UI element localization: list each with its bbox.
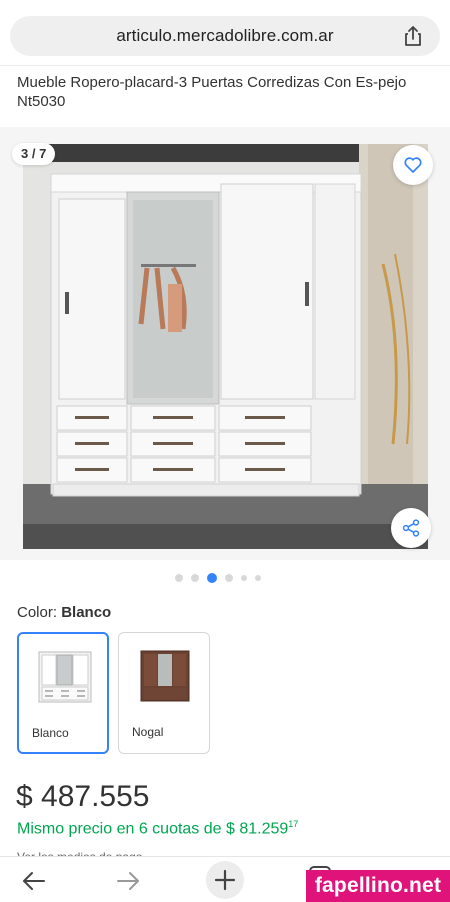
url-field[interactable]: articulo.mercadolibre.com.ar [10, 16, 440, 56]
url-text: articulo.mercadolibre.com.ar [116, 26, 334, 45]
arrow-right-icon[interactable] [114, 867, 142, 895]
gallery-dot-active[interactable] [207, 573, 217, 583]
wardrobe-walnut-thumbnail [140, 650, 190, 702]
image-counter: 3 / 7 [12, 143, 56, 165]
favorite-button[interactable] [393, 145, 433, 185]
arrow-left-icon[interactable] [20, 867, 48, 895]
color-option-label: Blanco [32, 726, 69, 740]
share-button[interactable] [391, 508, 431, 548]
product-photo[interactable] [23, 144, 428, 549]
gallery-dot[interactable] [191, 574, 199, 582]
product-title: Mueble Ropero-placard-3 Puertas Corrediz… [17, 74, 407, 110]
gallery-dot[interactable] [241, 575, 247, 581]
browser-address-bar: articulo.mercadolibre.com.ar [0, 0, 450, 66]
product-gallery[interactable]: 3 / 7 [0, 127, 450, 560]
installments-cents: 17 [288, 819, 299, 829]
plus-icon [214, 869, 236, 891]
share-nodes-icon [402, 519, 420, 537]
selected-color: Blanco [61, 604, 112, 621]
new-tab-button[interactable] [206, 861, 244, 899]
gallery-dot[interactable] [225, 574, 233, 582]
color-label: Color: Blanco [17, 604, 112, 621]
installments-info: Mismo precio en 6 cuotas de $ 81.25917 [17, 819, 299, 838]
color-option-nogal[interactable]: Nogal [118, 632, 210, 754]
gallery-dot[interactable] [175, 574, 183, 582]
color-option-blanco[interactable]: Blanco [17, 632, 109, 754]
watermark: fapellino.net [306, 870, 450, 902]
gallery-dots [175, 573, 261, 583]
wardrobe-image [23, 144, 428, 549]
wardrobe-white-thumbnail [38, 651, 92, 703]
heart-icon [404, 157, 422, 173]
share-icon[interactable] [402, 25, 424, 47]
color-option-label: Nogal [132, 725, 164, 739]
price: $ 487.555 [16, 780, 150, 813]
gallery-dot[interactable] [255, 575, 261, 581]
